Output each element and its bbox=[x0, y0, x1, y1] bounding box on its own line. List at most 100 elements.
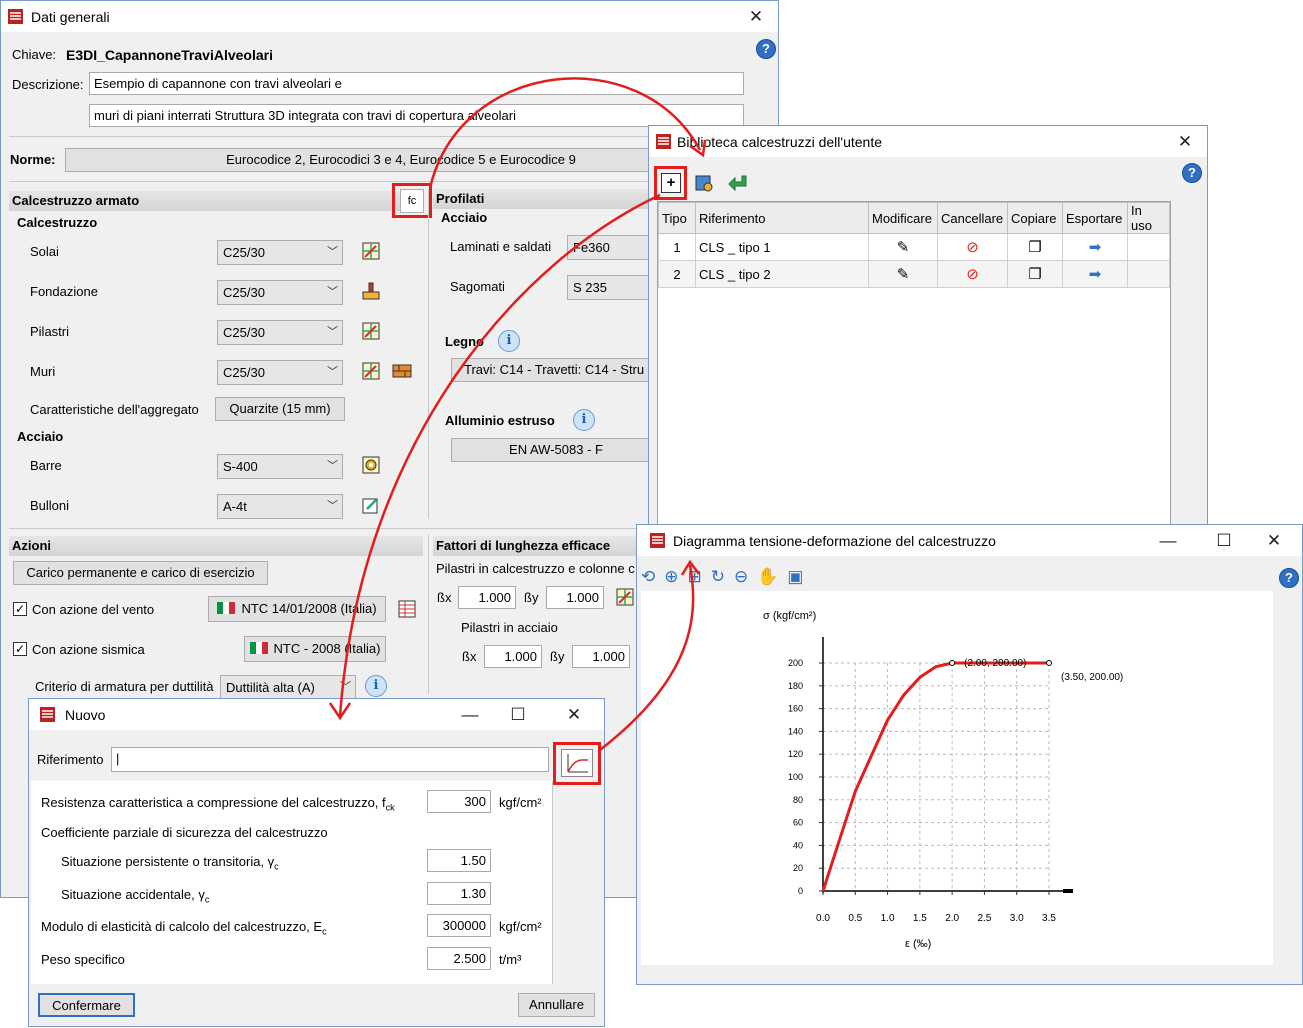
zoom-fit-icon[interactable]: ⟲ bbox=[641, 567, 664, 586]
diagramma-titlebar[interactable]: Diagramma tensione-deformazione del calc… bbox=[637, 525, 1302, 556]
by1-field[interactable]: 1.000 bbox=[546, 586, 604, 609]
foundation-icon[interactable] bbox=[361, 281, 381, 301]
gear-settings-icon[interactable] bbox=[361, 455, 381, 475]
aggregato-button[interactable]: Quarzite (15 mm) bbox=[215, 397, 345, 421]
edit-grid-icon[interactable] bbox=[615, 587, 635, 607]
norme-button[interactable]: Eurocodice 2, Eurocodici 3 e 4, Eurocodi… bbox=[65, 148, 737, 172]
bx2-field[interactable]: 1.000 bbox=[484, 645, 542, 668]
muri-select[interactable]: C25/30 ﹀ bbox=[217, 360, 343, 385]
chiave-label: Chiave: bbox=[12, 47, 57, 62]
riferimento-cell: CLS _ tipo 1 bbox=[695, 233, 869, 261]
sismica-button[interactable]: NTC - 2008 (Italia) bbox=[244, 636, 386, 662]
barre-select[interactable]: S-400 ﹀ bbox=[217, 454, 343, 479]
refresh-icon[interactable]: ↻ bbox=[711, 567, 734, 586]
table-row[interactable]: 2 CLS _ tipo 2 ✎ ⊘ ❐ ➡ bbox=[658, 260, 1170, 288]
info-icon[interactable]: i bbox=[365, 675, 387, 697]
copy-icon[interactable]: ❐ bbox=[1007, 260, 1063, 288]
nuovo-titlebar[interactable]: Nuovo — ☐ ✕ bbox=[29, 699, 604, 730]
pilastri-select[interactable]: C25/30 ﹀ bbox=[217, 320, 343, 345]
alluminio-button[interactable]: EN AW-5083 - F bbox=[451, 438, 651, 462]
close-icon[interactable]: ✕ bbox=[1252, 527, 1296, 554]
tipo-cell: 1 bbox=[658, 233, 696, 261]
legno-button[interactable]: Travi: C14 - Travetti: C14 - Stru bbox=[451, 358, 651, 382]
edit-icon[interactable]: ✎ bbox=[868, 233, 938, 261]
duttilita-select[interactable]: Duttilità alta (A) ﹀ bbox=[220, 675, 356, 700]
fck-field[interactable]: 300 bbox=[427, 790, 491, 813]
minimize-icon[interactable]: — bbox=[448, 701, 492, 728]
table-row[interactable]: 1 CLS _ tipo 1 ✎ ⊘ ❐ ➡ bbox=[658, 233, 1170, 261]
carico-button[interactable]: Carico permanente e carico di esercizio bbox=[13, 561, 268, 585]
close-icon[interactable]: ✕ bbox=[1163, 128, 1207, 155]
vento-button[interactable]: NTC 14/01/2008 (Italia) bbox=[208, 596, 386, 622]
hand-pan-icon[interactable]: ✋ bbox=[757, 567, 787, 586]
confermare-button[interactable]: Confermare bbox=[38, 993, 135, 1017]
delete-icon[interactable]: ⊘ bbox=[937, 233, 1008, 261]
x-tick-label: 3.0 bbox=[1010, 913, 1024, 924]
descrizione-field-1[interactable]: Esempio di capannone con travi alveolari… bbox=[89, 72, 744, 95]
ec-field[interactable]: 300000 bbox=[427, 914, 491, 937]
edit-grid-icon[interactable] bbox=[361, 321, 381, 341]
export-icon[interactable]: ➡ bbox=[1062, 233, 1128, 261]
window-icon[interactable]: ▣ bbox=[787, 567, 812, 586]
peso-field[interactable]: 2.500 bbox=[427, 947, 491, 970]
info-icon[interactable]: i bbox=[498, 330, 520, 352]
solai-select[interactable]: C25/30 ﹀ bbox=[217, 240, 343, 265]
bx1-field[interactable]: 1.000 bbox=[458, 586, 516, 609]
descrizione-field-2[interactable]: muri di piani interrati Struttura 3D int… bbox=[89, 104, 744, 127]
ca-section-header: Calcestruzzo armato bbox=[9, 191, 423, 211]
by-label: ßy bbox=[550, 649, 565, 664]
column-header[interactable]: Esportare bbox=[1062, 202, 1128, 234]
bolt-edit-icon[interactable] bbox=[361, 495, 381, 515]
laminati-select[interactable]: Fe360 bbox=[567, 235, 651, 260]
pilastri-value: C25/30 bbox=[223, 325, 265, 340]
biblioteca-titlebar[interactable]: Biblioteca calcestruzzi dell'utente ✕ bbox=[649, 126, 1207, 157]
maximize-icon[interactable]: ☐ bbox=[496, 701, 540, 728]
help-icon[interactable]: ? bbox=[1182, 163, 1202, 183]
copy-icon[interactable]: ❐ bbox=[1007, 233, 1063, 261]
maximize-icon[interactable]: ☐ bbox=[1202, 527, 1246, 554]
minimize-icon[interactable]: — bbox=[1146, 527, 1190, 554]
norme-label: Norme: bbox=[10, 152, 56, 167]
dati-titlebar[interactable]: Dati generali ✕ bbox=[1, 1, 778, 32]
export-icon[interactable]: ➡ bbox=[1062, 260, 1128, 288]
pan-all-icon[interactable]: ⊕ bbox=[664, 567, 687, 586]
delete-icon[interactable]: ⊘ bbox=[937, 260, 1008, 288]
sismica-checkbox[interactable]: ✓ bbox=[13, 642, 27, 656]
info-icon[interactable]: i bbox=[573, 409, 595, 431]
export-arrow-icon[interactable] bbox=[728, 173, 748, 193]
vertical-divider bbox=[428, 534, 429, 694]
fck-subscript: ck bbox=[385, 802, 395, 813]
help-icon[interactable]: ? bbox=[756, 39, 776, 59]
column-header[interactable]: Modificare bbox=[868, 202, 938, 234]
column-header[interactable]: In uso bbox=[1127, 202, 1170, 234]
zoom-out-icon[interactable]: ⊖ bbox=[734, 567, 757, 586]
y-tick-label: 140 bbox=[788, 726, 803, 736]
annullare-button[interactable]: Annullare bbox=[518, 993, 595, 1017]
pers-field[interactable]: 1.50 bbox=[427, 849, 491, 872]
help-icon[interactable]: ? bbox=[1279, 568, 1299, 588]
fondazione-select[interactable]: C25/30 ﹀ bbox=[217, 280, 343, 305]
x-tick-label: 1.5 bbox=[913, 913, 927, 924]
close-icon[interactable]: ✕ bbox=[552, 701, 596, 728]
close-icon[interactable]: ✕ bbox=[734, 3, 778, 30]
edit-icon[interactable]: ✎ bbox=[868, 260, 938, 288]
edit-grid-icon[interactable] bbox=[361, 361, 381, 381]
zoom-in-icon[interactable]: ⊞ bbox=[688, 567, 711, 586]
import-library-icon[interactable] bbox=[694, 173, 714, 193]
calcestruzzo-label: Calcestruzzo bbox=[17, 215, 98, 230]
acc-field[interactable]: 1.30 bbox=[427, 882, 491, 905]
sagomati-select[interactable]: S 235 bbox=[567, 275, 651, 300]
barre-value: S-400 bbox=[223, 459, 258, 474]
column-header[interactable]: Copiare bbox=[1007, 202, 1063, 234]
brick-wall-icon[interactable] bbox=[392, 361, 412, 381]
bulloni-value: A-4t bbox=[223, 499, 247, 514]
riferimento-input[interactable]: | bbox=[111, 747, 549, 772]
column-header[interactable]: Cancellare bbox=[937, 202, 1008, 234]
column-header[interactable]: Tipo bbox=[658, 202, 696, 234]
column-header[interactable]: Riferimento bbox=[695, 202, 869, 234]
by2-field[interactable]: 1.000 bbox=[572, 645, 630, 668]
table-list-icon[interactable] bbox=[397, 599, 417, 619]
vento-checkbox[interactable]: ✓ bbox=[13, 602, 27, 616]
edit-grid-icon[interactable] bbox=[361, 241, 381, 261]
bulloni-select[interactable]: A-4t ﹀ bbox=[217, 494, 343, 519]
